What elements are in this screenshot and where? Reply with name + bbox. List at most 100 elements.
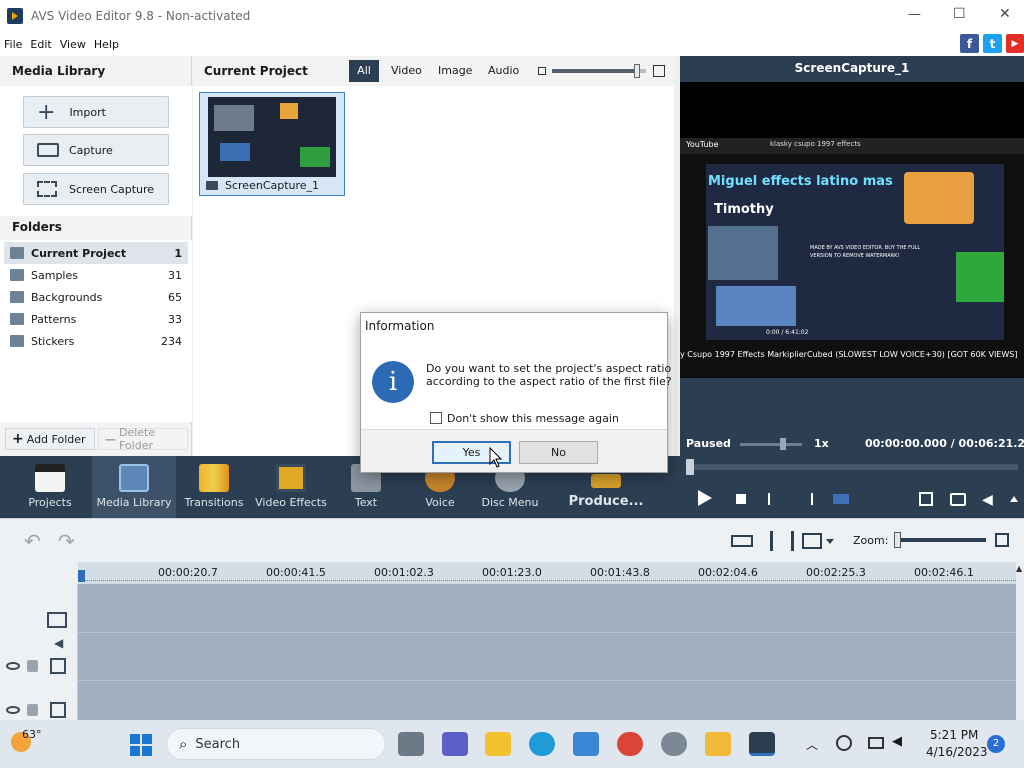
tick-label: 00:02:04.6 <box>698 566 758 579</box>
dont-show-checkbox[interactable] <box>430 412 442 424</box>
menu-file[interactable]: File <box>4 38 22 51</box>
split-icon[interactable] <box>731 535 753 547</box>
audio-mute-icon[interactable]: ◀ <box>54 636 63 650</box>
search-icon: ⌕ <box>179 735 188 753</box>
dialog-message-line1: Do you want to set the project's aspect … <box>426 362 672 375</box>
screen-capture-button[interactable]: Screen Capture <box>23 173 169 205</box>
thumbnail-size-slider[interactable] <box>552 64 646 78</box>
camera-snapshot-icon[interactable] <box>950 493 966 506</box>
filter-all[interactable]: All <box>349 60 379 82</box>
folder-app-icon[interactable] <box>705 732 731 756</box>
timeline-toolbar: ↶ ↷ Zoom: <box>0 518 1024 562</box>
lock-icon[interactable] <box>27 660 38 672</box>
camera-icon <box>37 143 59 157</box>
tool-media-library[interactable]: Media Library <box>92 456 176 518</box>
minimize-button[interactable]: — <box>908 7 921 22</box>
sync-icon[interactable] <box>836 735 852 751</box>
clip-thumbnail[interactable]: ScreenCapture_1 <box>199 92 345 196</box>
next-frame-icon[interactable] <box>801 493 813 505</box>
chevron-up-icon[interactable]: ︿ <box>806 736 818 753</box>
folder-icon <box>10 269 24 281</box>
minus-icon: — <box>105 432 116 446</box>
import-button[interactable]: + Import <box>23 96 169 128</box>
fit-timeline-icon[interactable] <box>995 533 1009 547</box>
information-dialog: Information i Do you want to set the pro… <box>360 312 672 473</box>
folder-samples[interactable]: Samples 31 <box>4 264 188 286</box>
playback-status: Paused <box>686 437 731 450</box>
volume-icon[interactable]: ◀ <box>982 492 993 508</box>
notification-badge[interactable]: 2 <box>987 735 1005 753</box>
speed-slider[interactable] <box>740 438 802 450</box>
seek-bar[interactable] <box>686 459 1018 475</box>
window-title: AVS Video Editor 9.8 - Non-activated <box>31 9 251 23</box>
timeline-zoom-slider[interactable] <box>894 532 986 548</box>
redo-icon[interactable]: ↷ <box>58 529 75 553</box>
maximize-button[interactable]: ☐ <box>953 6 966 22</box>
undo-icon[interactable]: ↶ <box>24 529 41 553</box>
file-explorer-icon[interactable] <box>485 732 511 756</box>
task-view-icon[interactable] <box>398 732 424 756</box>
delete-folder-button[interactable]: — Delete Folder <box>98 426 188 452</box>
speaker-icon[interactable]: ◀ <box>892 734 902 749</box>
tick-label: 00:01:23.0 <box>482 566 542 579</box>
filter-image[interactable]: Image <box>438 64 472 77</box>
folder-icon <box>10 313 24 325</box>
eye-icon[interactable] <box>6 662 20 670</box>
large-thumb-icon[interactable] <box>653 65 665 77</box>
audio-settings-icon[interactable] <box>770 531 794 551</box>
dont-show-label: Don't show this message again <box>447 412 619 425</box>
avs-video-editor-icon[interactable] <box>749 732 775 756</box>
video-camera-icon <box>206 181 218 190</box>
eye-icon[interactable] <box>6 706 20 714</box>
scroll-up-icon[interactable]: ▲ <box>1016 564 1022 573</box>
add-folder-button[interactable]: + Add Folder <box>5 428 95 450</box>
timeline-tracks: ◀ <box>0 584 1016 720</box>
snapshot-range-icon[interactable] <box>833 494 849 504</box>
youtube-icon[interactable]: ▶ <box>1006 34 1024 53</box>
fullscreen-icon[interactable] <box>919 492 933 506</box>
taskbar-search[interactable]: ⌕ Search <box>166 728 386 760</box>
screen-capture-icon <box>37 181 57 197</box>
aspect-ratio-icon[interactable] <box>802 533 822 549</box>
twitter-icon[interactable]: t <box>983 34 1002 53</box>
mouse-cursor-icon <box>489 447 503 468</box>
display-icon[interactable] <box>868 737 884 749</box>
plus-icon: + <box>12 431 24 447</box>
teams-chat-icon[interactable] <box>442 732 468 756</box>
windows-start-icon[interactable] <box>130 734 152 756</box>
no-button[interactable]: No <box>519 441 598 464</box>
menu-help[interactable]: Help <box>94 38 119 51</box>
facebook-icon[interactable]: f <box>960 34 979 53</box>
clock-date: 4/16/2023 <box>926 745 988 759</box>
folder-patterns[interactable]: Patterns 33 <box>4 308 188 330</box>
previous-frame-icon[interactable] <box>768 493 780 505</box>
tool-transitions[interactable]: Transitions <box>180 456 248 518</box>
speed-label: 1x <box>814 437 829 450</box>
tick-label: 00:00:20.7 <box>158 566 218 579</box>
stop-icon[interactable] <box>736 494 746 504</box>
tool-projects[interactable]: Projects <box>12 456 88 518</box>
chevron-down-icon[interactable] <box>826 539 834 544</box>
playhead-marker[interactable] <box>78 570 85 582</box>
small-thumb-icon[interactable] <box>538 67 546 75</box>
play-icon[interactable] <box>698 490 712 506</box>
filter-video[interactable]: Video <box>391 64 422 77</box>
volume-up-icon[interactable] <box>1010 496 1018 502</box>
close-button[interactable]: ✕ <box>999 6 1011 22</box>
filter-audio[interactable]: Audio <box>488 64 519 77</box>
effects-track-icon <box>50 658 66 674</box>
folder-icon <box>10 291 24 303</box>
menu-edit[interactable]: Edit <box>30 38 51 51</box>
store-icon[interactable] <box>573 732 599 756</box>
folder-stickers[interactable]: Stickers 234 <box>4 330 188 352</box>
tool-video-effects[interactable]: Video Effects <box>252 456 330 518</box>
settings-gear-icon[interactable] <box>661 732 687 756</box>
lock-icon[interactable] <box>27 704 38 716</box>
menu-view[interactable]: View <box>60 38 86 51</box>
edge-icon[interactable] <box>529 732 555 756</box>
capture-button[interactable]: Capture <box>23 134 169 166</box>
timeline-scrollbar[interactable]: ▲ <box>1016 562 1024 720</box>
chrome-icon[interactable] <box>617 732 643 756</box>
folder-current-project[interactable]: Current Project 1 <box>4 242 188 264</box>
folder-backgrounds[interactable]: Backgrounds 65 <box>4 286 188 308</box>
